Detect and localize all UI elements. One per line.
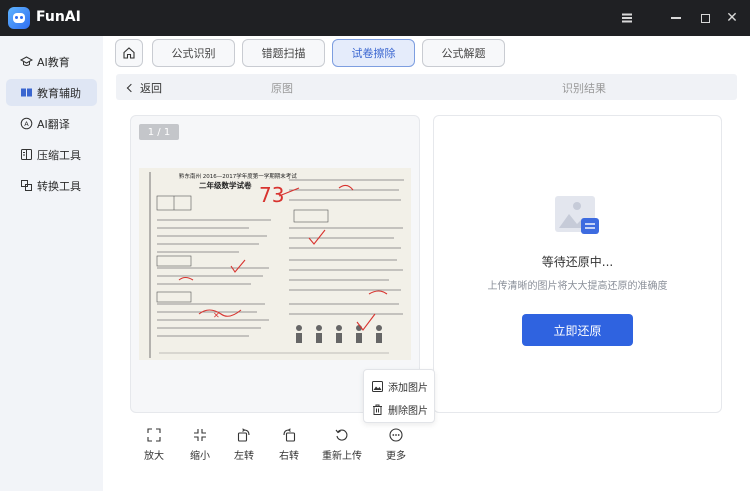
zoom-in-icon (146, 427, 162, 443)
tab-paper-erase[interactable]: 试卷擦除 (332, 39, 415, 67)
image-placeholder-icon (555, 196, 599, 234)
sidebar-item-label: 压缩工具 (37, 148, 81, 162)
more-menu-popup: 添加图片 删除图片 (363, 369, 435, 423)
app-title: FunAI (36, 9, 81, 25)
book-icon (20, 86, 33, 99)
back-button[interactable]: 返回 (126, 80, 162, 96)
page-indicator: 1 / 1 (139, 124, 179, 140)
tool-label: 右转 (279, 451, 299, 462)
original-column-label: 原图 (271, 82, 293, 95)
menu-icon[interactable] (617, 8, 637, 28)
more-icon (388, 427, 404, 443)
delete-image-icon (373, 404, 382, 415)
reupload-button[interactable]: 重新上传 (322, 427, 362, 462)
rotate-left-button[interactable]: 左转 (224, 427, 264, 462)
exam-paper-scan: 黔东南州 2016—2017学年度第一学期期末考试 二年级数学试卷 73 ✕ (139, 168, 411, 360)
sidebar-item-ai-education[interactable]: AI教育 (6, 48, 97, 75)
graduation-cap-icon (20, 55, 33, 68)
sidebar: AI教育 教育辅助 A AI翻译 压缩工具 转换工具 (0, 36, 103, 491)
more-button[interactable]: 更多 (376, 427, 416, 462)
app-window: FunAI ✕ AI教育 教育辅助 A AI翻译 压缩工具 转换工具 公式识别 … (0, 0, 750, 491)
chevron-left-icon (126, 83, 136, 93)
close-icon[interactable]: ✕ (722, 8, 742, 28)
sidebar-item-label: 教育辅助 (37, 86, 81, 100)
maximize-icon[interactable] (695, 8, 715, 28)
home-icon (123, 47, 135, 59)
sub-header-bar: 返回 原图 识别结果 (116, 74, 737, 100)
menu-item-label: 删除图片 (388, 405, 428, 417)
home-button[interactable] (115, 39, 143, 67)
sidebar-item-label: AI翻译 (37, 117, 70, 131)
tab-mistake-scan[interactable]: 错题扫描 (242, 39, 325, 67)
tab-formula-solve[interactable]: 公式解题 (422, 39, 505, 67)
paper-header: 黔东南州 2016—2017学年度第一学期期末考试 (179, 172, 297, 180)
rotate-right-button[interactable]: 右转 (269, 427, 309, 462)
zoom-out-icon (192, 427, 208, 443)
add-image-icon (372, 380, 383, 392)
exam-paper-image[interactable]: 黔东南州 2016—2017学年度第一学期期末考试 二年级数学试卷 73 ✕ (139, 168, 411, 360)
add-image-menu-item[interactable]: 添加图片 (372, 377, 428, 395)
tool-label: 缩小 (190, 451, 210, 462)
tool-label: 更多 (386, 451, 406, 462)
rotate-right-icon (281, 427, 297, 443)
sidebar-item-compress[interactable]: 压缩工具 (6, 141, 97, 168)
sidebar-item-label: AI教育 (37, 55, 70, 69)
translate-icon: A (20, 117, 33, 130)
minimize-icon[interactable] (666, 8, 686, 28)
app-logo-icon (8, 7, 30, 29)
svg-text:A: A (24, 120, 29, 128)
reupload-icon (334, 427, 350, 443)
upload-hint: 上传清晰的图片将大大提高还原的准确度 (487, 281, 668, 292)
waiting-status: 等待还原中... (541, 255, 614, 269)
result-panel: 等待还原中... 上传清晰的图片将大大提高还原的准确度 立即还原 (433, 115, 722, 413)
rotate-left-icon (236, 427, 252, 443)
sidebar-item-education-assist[interactable]: 教育辅助 (6, 79, 97, 106)
sidebar-item-convert[interactable]: 转换工具 (6, 172, 97, 199)
delete-image-menu-item[interactable]: 删除图片 (372, 400, 428, 418)
menu-item-label: 添加图片 (388, 382, 428, 394)
svg-text:✕: ✕ (213, 311, 220, 320)
title-bar: FunAI ✕ (0, 0, 750, 36)
main-content: 公式识别 错题扫描 试卷擦除 公式解题 返回 原图 识别结果 1 / 1 黔东南… (103, 36, 750, 491)
paper-title: 二年级数学试卷 (199, 180, 252, 190)
convert-icon (20, 179, 33, 192)
tab-formula-recognition[interactable]: 公式识别 (152, 39, 235, 67)
back-label: 返回 (140, 82, 162, 95)
image-toolbar: 放大 缩小 左转 右转 重新上传 更多 (128, 427, 428, 467)
restore-now-button[interactable]: 立即还原 (522, 314, 633, 346)
tool-label: 放大 (144, 451, 164, 462)
compress-icon (20, 148, 33, 161)
zoom-out-button[interactable]: 缩小 (180, 427, 220, 462)
sidebar-item-label: 转换工具 (37, 179, 81, 193)
sidebar-item-ai-translate[interactable]: A AI翻译 (6, 110, 97, 137)
zoom-in-button[interactable]: 放大 (134, 427, 174, 462)
tool-label: 左转 (234, 451, 254, 462)
tool-label: 重新上传 (322, 451, 362, 462)
result-column-label: 识别结果 (562, 82, 606, 95)
